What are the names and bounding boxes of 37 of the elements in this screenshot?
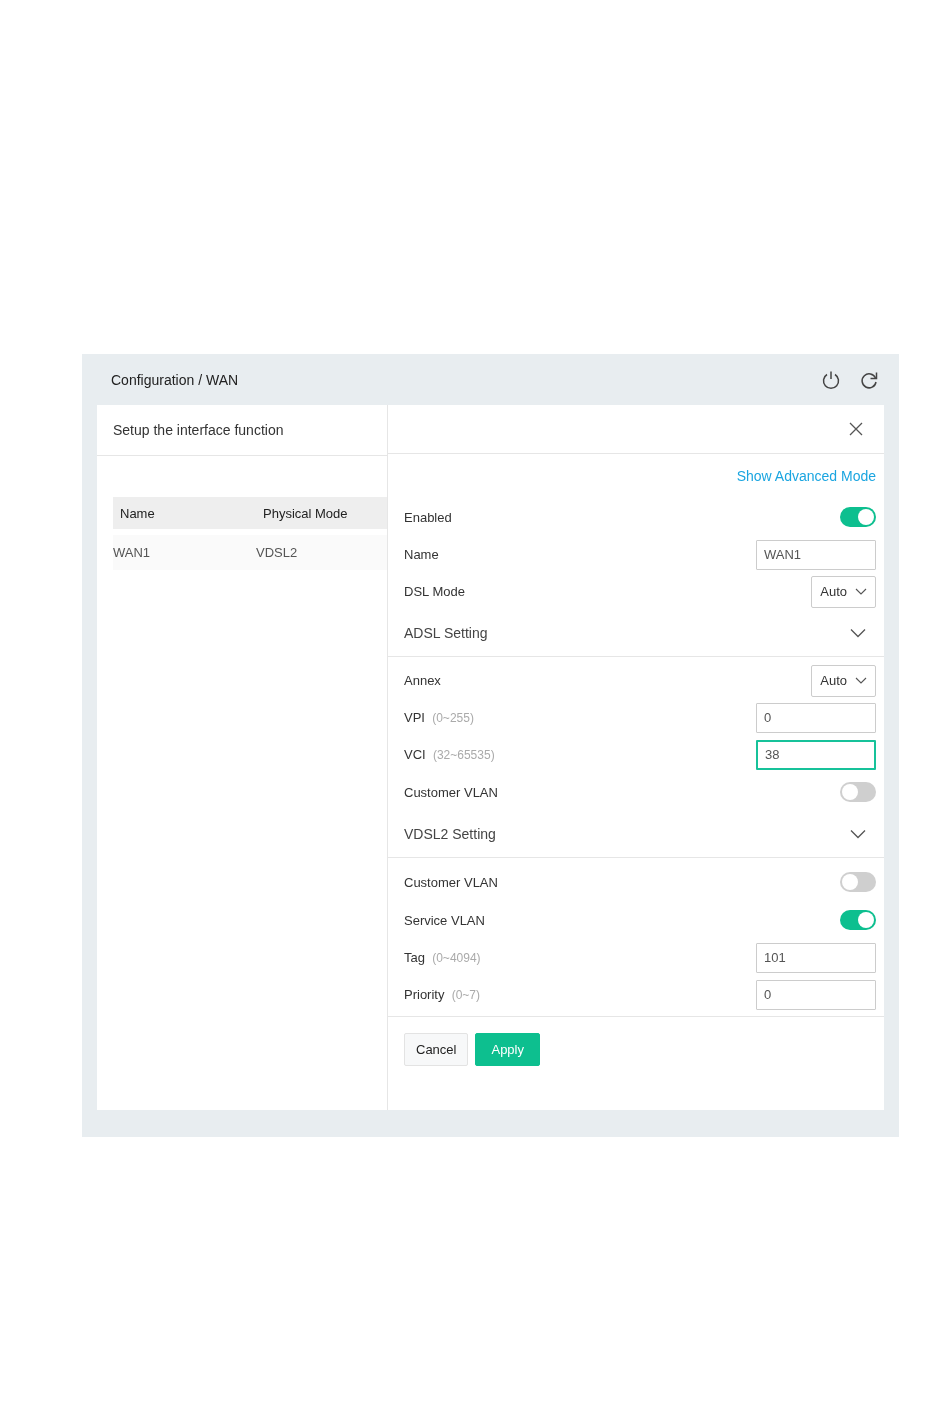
dropdown[interactable]: Auto xyxy=(811,575,876,608)
section-title[interactable]: VDSL2 Setting xyxy=(404,826,496,842)
field-label: DSL Mode xyxy=(404,584,465,599)
field-label: Customer VLAN xyxy=(404,784,498,800)
chevron-down-icon[interactable] xyxy=(855,677,867,684)
dropdown[interactable]: Auto xyxy=(811,664,876,697)
input-field[interactable]: WAN1 xyxy=(756,539,876,570)
input-field[interactable]: 38 xyxy=(756,739,876,770)
field-label: Customer VLAN xyxy=(404,874,498,890)
toggle-switch[interactable] xyxy=(840,782,876,802)
input-field[interactable]: 0 xyxy=(756,702,876,733)
power-icon[interactable] xyxy=(821,369,841,390)
column-header: Name xyxy=(119,505,156,521)
table-cell-text: WAN1 xyxy=(113,545,152,560)
input-field[interactable]: 101 xyxy=(756,942,876,973)
field-label: VCI (32~65535) xyxy=(404,747,495,762)
toggle-switch[interactable] xyxy=(840,872,876,892)
chevron-down-icon[interactable] xyxy=(850,829,866,839)
field-label: Tag (0~4094) xyxy=(404,950,481,965)
chevron-down-icon[interactable] xyxy=(855,588,867,595)
chevron-down-icon[interactable] xyxy=(850,628,866,638)
field-label: Service VLAN xyxy=(404,912,485,928)
field-label: Enabled xyxy=(404,509,452,525)
breadcrumb: Configuration / WAN xyxy=(111,371,239,388)
toggle-switch[interactable] xyxy=(840,507,876,527)
toggle-switch[interactable] xyxy=(840,910,876,930)
field-label: Annex xyxy=(404,673,441,688)
table-cell-text: VDSL2 xyxy=(256,545,299,560)
field-label: Name xyxy=(404,547,439,562)
section-title[interactable]: ADSL Setting xyxy=(404,625,488,641)
input-field[interactable]: 0 xyxy=(756,979,876,1010)
panel-title: Setup the interface function xyxy=(113,422,284,438)
field-label: Priority (0~7) xyxy=(404,987,481,1002)
cancel-button[interactable]: Cancel xyxy=(404,1033,469,1066)
column-header: Physical Mode xyxy=(263,505,349,521)
field-label: VPI (0~255) xyxy=(404,710,474,725)
close-icon[interactable] xyxy=(849,422,863,436)
